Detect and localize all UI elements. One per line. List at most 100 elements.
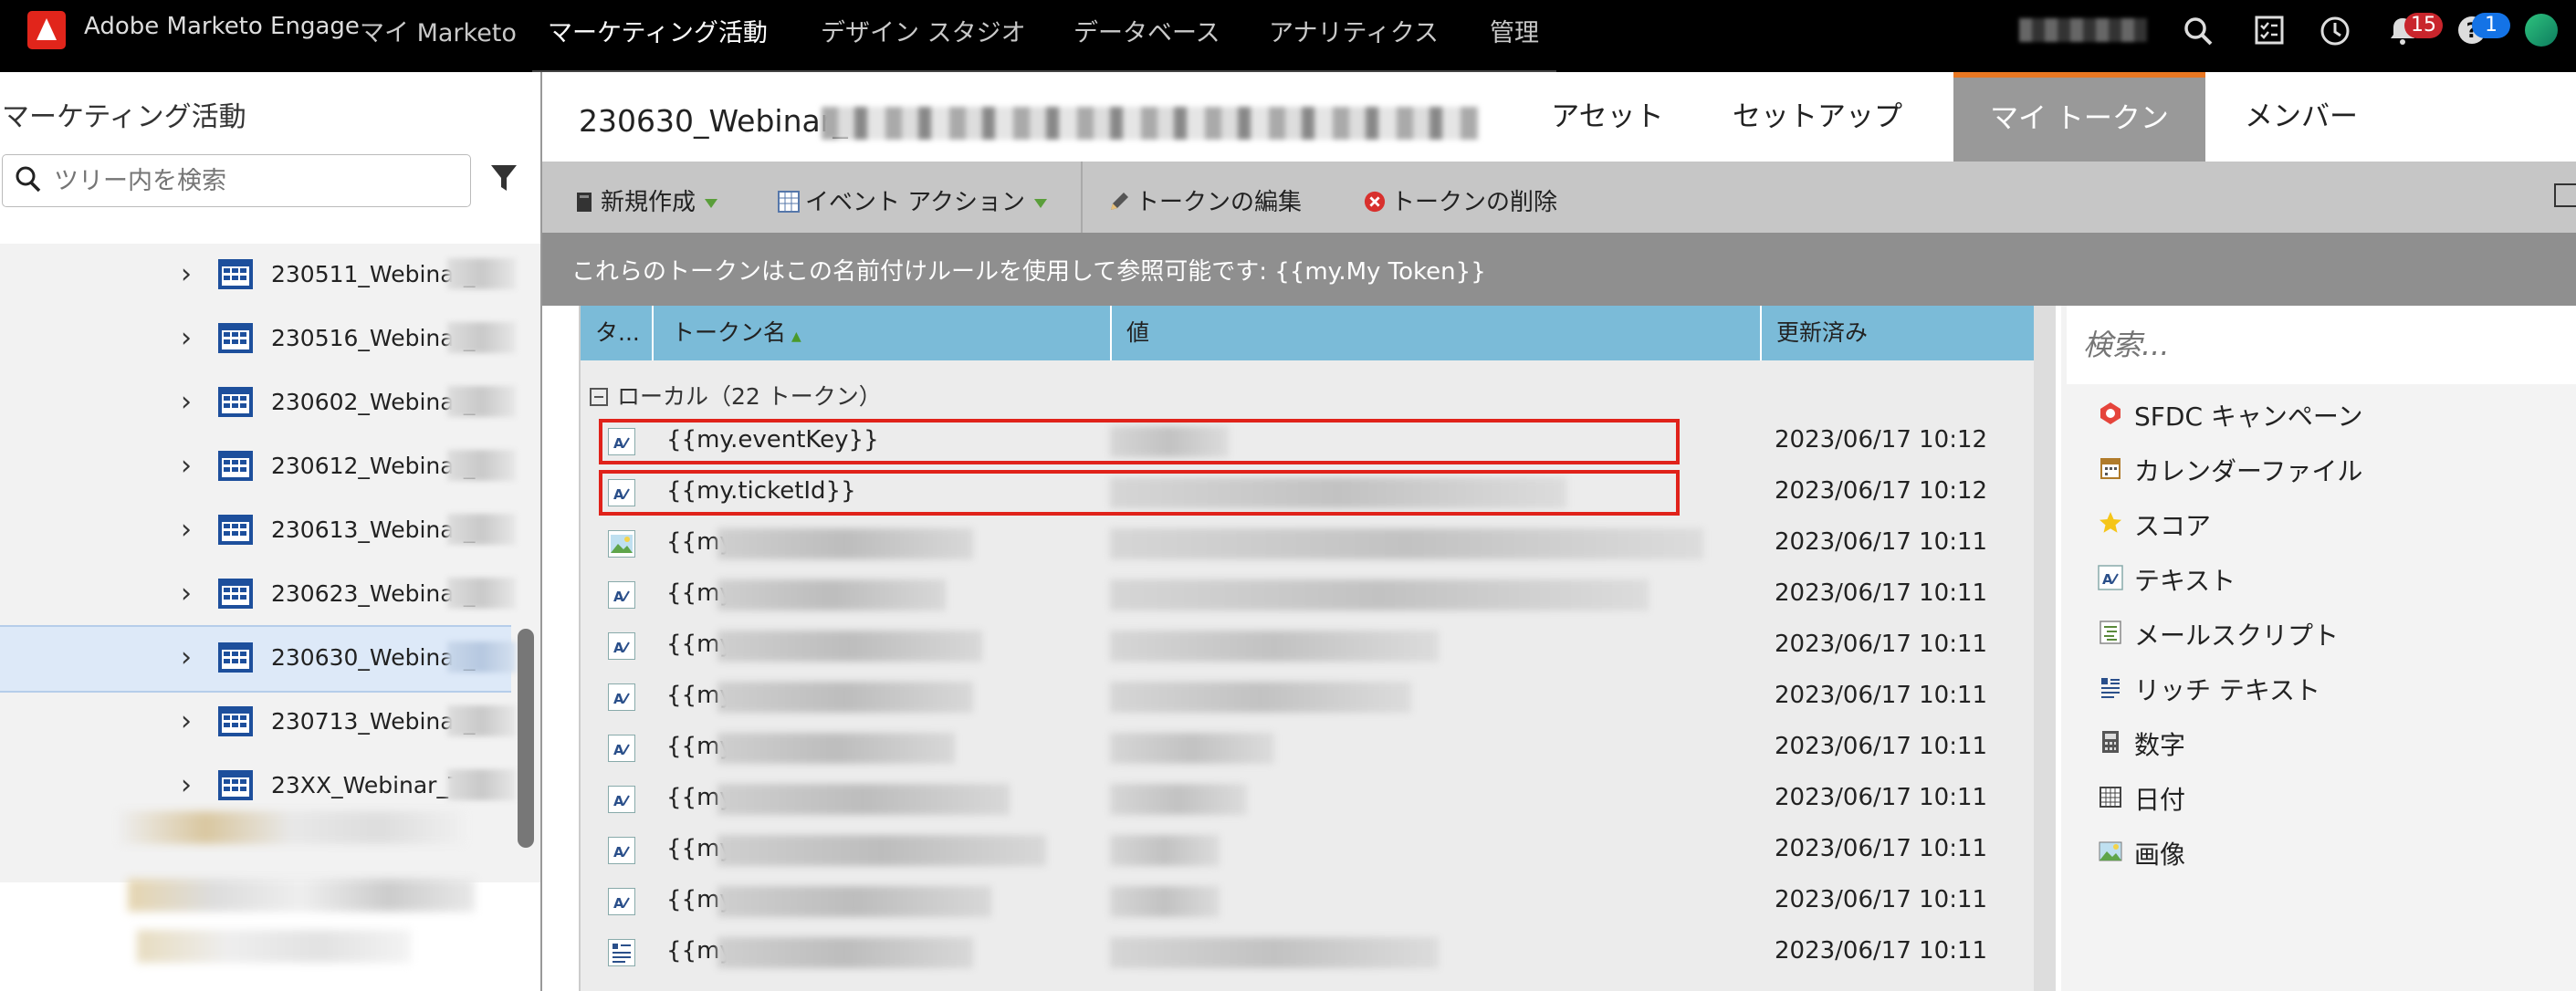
search-icon[interactable] xyxy=(2182,15,2215,47)
column-token-name[interactable]: トークン名 ▲ xyxy=(655,306,1112,360)
redacted-value xyxy=(1110,631,1439,662)
highlight-box xyxy=(599,470,1680,516)
dropdown-arrow-icon xyxy=(1033,199,1047,208)
rich-text-icon xyxy=(2098,674,2123,700)
chevron-right-icon[interactable]: › xyxy=(181,769,192,801)
redacted-title xyxy=(822,107,1479,140)
chevron-right-icon[interactable]: › xyxy=(181,514,192,546)
palette-item-label: 日付 xyxy=(2134,785,2186,815)
token-updated: 2023/06/17 10:11 xyxy=(1775,682,1988,709)
token-info-bar: これらのトークンはこの名前付けルールを使用して参照可能です: {{my.My T… xyxy=(542,233,2576,306)
table-row[interactable]: A {{my. 2023/06/17 10:11 xyxy=(581,773,2034,824)
table-row[interactable]: A {{my. 2023/06/17 10:11 xyxy=(581,671,2034,722)
redacted-text xyxy=(447,322,516,353)
avatar[interactable] xyxy=(2525,14,2558,47)
chevron-right-icon[interactable]: › xyxy=(181,386,192,418)
table-row[interactable]: A {{my. 2023/06/17 10:11 xyxy=(581,569,2034,620)
svg-text:A: A xyxy=(613,691,624,707)
table-row[interactable]: {{my. 2023/06/17 10:11 xyxy=(581,926,2034,977)
text-token-icon: A xyxy=(608,786,635,813)
rich-text-token-icon xyxy=(608,939,635,966)
delete-token-button[interactable]: トークンの削除 xyxy=(1364,183,1557,217)
new-button[interactable]: 新規作成 xyxy=(573,183,718,217)
panel-toggle-icon[interactable] xyxy=(2554,183,2576,207)
redacted-value xyxy=(1110,682,1411,713)
tab-setup[interactable]: セットアップ xyxy=(1694,72,1941,162)
column-updated[interactable]: 更新済み xyxy=(1762,306,2034,360)
column-value[interactable]: 値 xyxy=(1112,306,1762,360)
palette-search-box[interactable] xyxy=(2067,306,2576,384)
event-action-button[interactable]: イベント アクション xyxy=(778,183,1047,217)
event-program-icon xyxy=(217,320,254,355)
redacted-name xyxy=(717,579,946,610)
token-updated: 2023/06/17 10:12 xyxy=(1775,477,1988,505)
tree-item-program[interactable]: › 230511_Webinar_ xyxy=(0,244,516,308)
tree-item-program[interactable]: › 230516_Webinar_ xyxy=(0,308,516,371)
grid-scrollbar[interactable] xyxy=(2034,306,2056,991)
event-program-icon xyxy=(217,384,254,419)
chevron-right-icon[interactable]: › xyxy=(181,578,192,610)
chevron-right-icon[interactable]: › xyxy=(181,258,192,290)
tree-search-input[interactable] xyxy=(52,162,457,199)
toolbar: 新規作成 イベント アクション トークンの編集 トークンの削除 xyxy=(542,162,2576,233)
palette-item-label: カレンダーファイル xyxy=(2134,456,2363,486)
redacted-value xyxy=(1110,579,1649,610)
nav-design-studio[interactable]: デザイン スタジオ xyxy=(821,13,1026,48)
nav-my-marketo[interactable]: マイ Marketo xyxy=(360,13,517,48)
palette-item-label: SFDC キャンペーン xyxy=(2134,402,2363,432)
event-program-icon xyxy=(217,767,254,802)
user-name-redacted[interactable] xyxy=(2019,18,2147,42)
clock-icon[interactable] xyxy=(2319,15,2351,47)
nav-admin[interactable]: 管理 xyxy=(1490,13,1539,48)
column-type[interactable]: タ... xyxy=(581,306,654,360)
token-type-palette: SFDC キャンペーン カレンダーファイル スコア A テキスト メールスクリプ… xyxy=(2061,306,2576,991)
table-row[interactable]: A {{my. 2023/06/17 10:11 xyxy=(581,722,2034,773)
tree-search-box[interactable] xyxy=(2,154,471,207)
token-info-text: これらのトークンはこの名前付けルールを使用して参照可能です: {{my.My T… xyxy=(571,258,1486,286)
edit-token-button[interactable]: トークンの編集 xyxy=(1108,183,1302,217)
collapse-icon[interactable] xyxy=(590,388,608,406)
table-row[interactable]: A {{my. 2023/06/17 10:11 xyxy=(581,620,2034,671)
tree-scrollbar[interactable] xyxy=(518,629,534,848)
tab-members[interactable]: メンバー xyxy=(2205,72,2397,162)
tree-item-program[interactable]: › 230713_Webinar_ xyxy=(0,691,516,755)
help-icon[interactable]: ? 1 xyxy=(2456,13,2510,47)
bell-icon[interactable]: 15 xyxy=(2386,13,2443,47)
token-updated: 2023/06/17 10:11 xyxy=(1775,733,1988,760)
redacted-text xyxy=(447,769,516,800)
group-local-tokens[interactable]: ローカル（22 トークン） xyxy=(590,379,882,412)
tasks-icon[interactable] xyxy=(2253,15,2286,47)
redacted-name xyxy=(717,835,1046,866)
tree-item-program[interactable]: › 230613_Webinar_ xyxy=(0,499,516,563)
text-token-icon: A xyxy=(608,632,635,660)
tree-item-program[interactable]: › 230602_Webinar_ xyxy=(0,371,516,435)
nav-analytics[interactable]: アナリティクス xyxy=(1269,13,1439,48)
tab-my-tokens[interactable]: マイ トークン xyxy=(1953,72,2205,167)
table-row[interactable]: {{my. 2023/06/17 10:11 xyxy=(581,517,2034,569)
nav-marketing-activities[interactable]: マーケティング活動 xyxy=(548,13,768,48)
svg-text:A: A xyxy=(2102,571,2113,588)
redacted-name xyxy=(717,631,982,662)
palette-search-input[interactable] xyxy=(2081,324,2560,366)
table-row[interactable]: A {{my. 2023/06/17 10:11 xyxy=(581,875,2034,926)
chevron-right-icon[interactable]: › xyxy=(181,450,192,482)
delete-icon xyxy=(1364,191,1386,213)
chevron-right-icon[interactable]: › xyxy=(181,705,192,737)
nav-database[interactable]: データベース xyxy=(1073,13,1220,48)
tree-item-program[interactable]: › 230623_Webinar_ xyxy=(0,563,516,627)
highlight-box xyxy=(599,419,1680,464)
svg-text:A: A xyxy=(613,640,624,656)
tab-assets[interactable]: アセット xyxy=(1521,72,1694,162)
svg-text:A: A xyxy=(613,589,624,605)
table-row[interactable]: A {{my. 2023/06/17 10:11 xyxy=(581,824,2034,875)
svg-text:A: A xyxy=(613,793,624,809)
redacted-name xyxy=(717,733,955,764)
tree-item-program[interactable]: › 23XX_Webinar_T xyxy=(0,755,516,819)
adobe-logo-icon[interactable] xyxy=(27,11,66,49)
tree-item-program-selected[interactable]: › 230630_Webinar_ xyxy=(0,625,516,693)
chevron-right-icon[interactable]: › xyxy=(181,322,192,354)
tree-item-program[interactable]: › 230612_Webinar_ xyxy=(0,435,516,499)
chevron-right-icon[interactable]: › xyxy=(181,642,192,673)
filter-icon[interactable] xyxy=(489,160,518,196)
redacted-tree-item xyxy=(137,930,411,963)
